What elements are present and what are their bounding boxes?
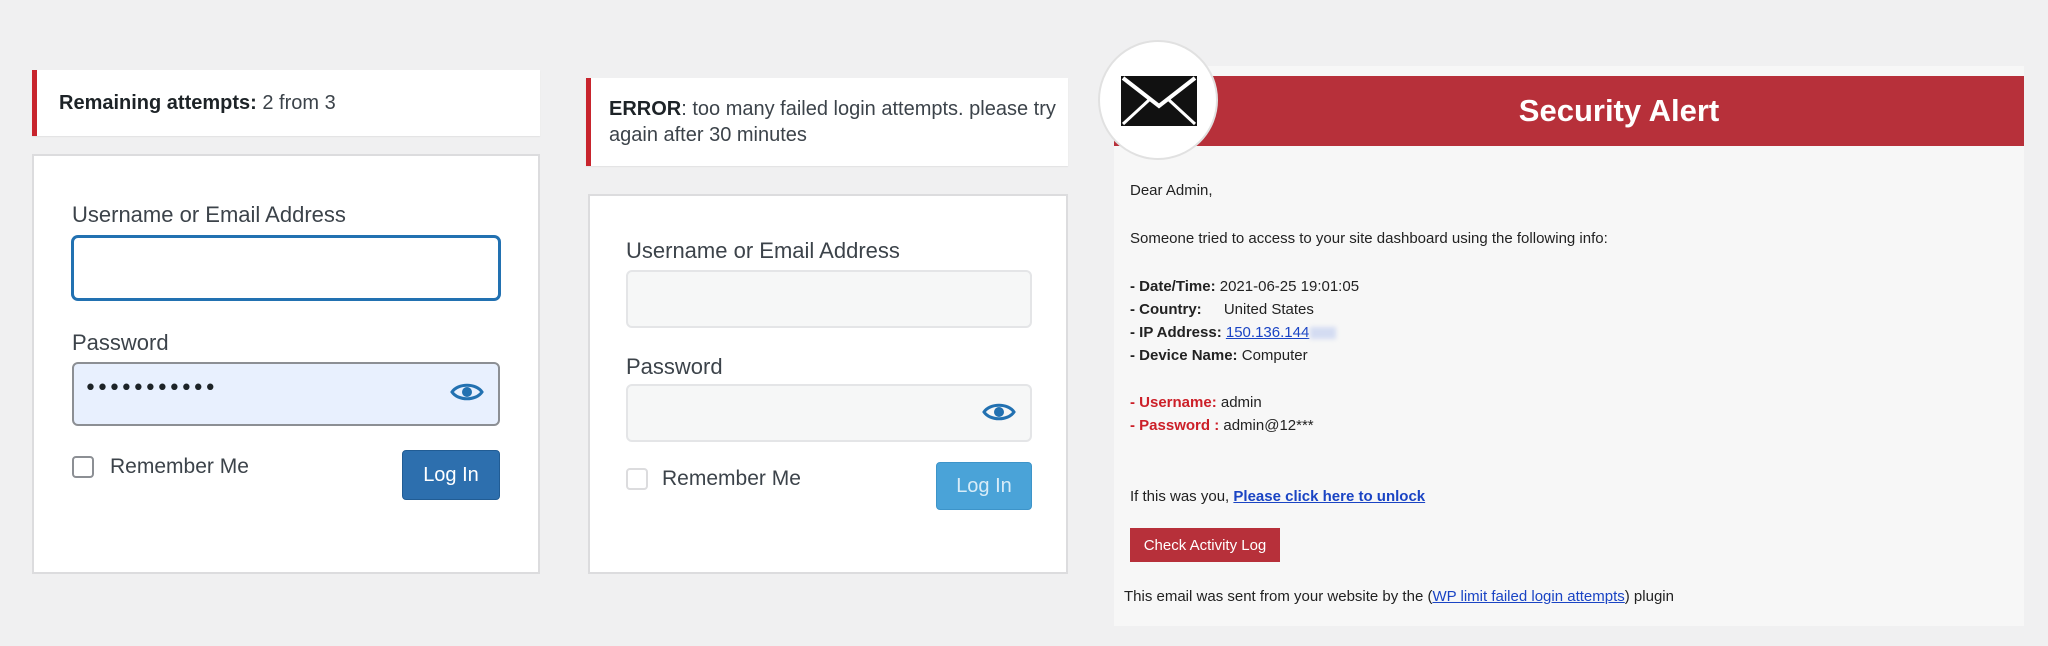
field-value: United States	[1223, 301, 1314, 318]
username-label: Username or Email Address	[72, 202, 346, 227]
eye-icon[interactable]	[450, 381, 484, 403]
field-device: - Device Name: Computer	[1130, 347, 1308, 364]
password-masked-value: •••••••••••	[84, 376, 217, 401]
email-title: Security Alert	[1518, 93, 1720, 128]
field-password: - Password : admin@12***	[1130, 417, 1314, 434]
field-ip: - IP Address: 150.136.144	[1130, 324, 1337, 341]
field-country: - Country: United States	[1130, 301, 1314, 318]
username-input[interactable]	[626, 270, 1032, 328]
check-activity-log-button[interactable]: Check Activity Log	[1130, 528, 1280, 562]
login-button[interactable]: Log In	[402, 450, 500, 500]
field-value: Computer	[1241, 347, 1308, 364]
envelope-icon	[1121, 76, 1197, 126]
unlock-line: If this was you, Please click here to un…	[1130, 488, 1425, 505]
error-label: ERROR	[609, 98, 682, 120]
field-label: - Country:	[1130, 301, 1202, 318]
field-label: - Device Name:	[1130, 347, 1238, 364]
password-label: Password	[626, 354, 723, 379]
password-label: Password	[72, 330, 169, 355]
remaining-attempts-notice: Remaining attempts: 2 from 3	[32, 70, 540, 136]
email-intro: Someone tried to access to your site das…	[1130, 230, 1608, 247]
field-value: admin@12***	[1223, 417, 1314, 434]
plugin-link[interactable]: WP limit failed login attempts	[1432, 588, 1624, 605]
email-footer: This email was sent from your website by…	[1124, 588, 1674, 605]
error-notice: ERROR: too many failed login attempts. p…	[586, 78, 1068, 166]
unlock-link[interactable]: Please click here to unlock	[1233, 488, 1425, 505]
remember-me-label: Remember Me	[110, 455, 249, 478]
error-text-line2: again after 30 minutes	[609, 124, 807, 146]
login-form-locked: Username or Email Address Password Remem…	[588, 194, 1068, 574]
remember-me-checkbox[interactable]	[626, 468, 648, 490]
email-greeting: Dear Admin,	[1130, 182, 1213, 199]
password-input[interactable]: •••••••••••	[72, 362, 500, 426]
email-header: Security Alert	[1114, 76, 2024, 146]
remember-me-label: Remember Me	[662, 467, 801, 490]
remember-me-checkbox[interactable]	[72, 456, 94, 478]
password-input[interactable]	[626, 384, 1032, 442]
field-value: 2021-06-25 19:01:05	[1219, 278, 1360, 295]
unlock-prefix: If this was you,	[1130, 488, 1230, 505]
notice-value: 2 from 3	[262, 92, 336, 114]
login-button[interactable]: Log In	[936, 462, 1032, 510]
notice-label: Remaining attempts:	[59, 92, 257, 114]
footer-suffix: ) plugin	[1624, 588, 1674, 605]
security-alert-email: Security Alert Dear Admin, Someone tried…	[1114, 66, 2024, 626]
footer-prefix: This email was sent from your website by…	[1124, 588, 1433, 605]
field-datetime: - Date/Time: 2021-06-25 19:01:05	[1130, 278, 1359, 295]
field-label: - Username:	[1130, 394, 1217, 411]
field-label: - Password :	[1130, 417, 1220, 434]
username-input[interactable]	[72, 236, 500, 300]
field-value: admin	[1220, 394, 1262, 411]
ip-address-link[interactable]: 150.136.144	[1226, 324, 1309, 341]
field-label: - Date/Time:	[1130, 278, 1216, 295]
field-label: - IP Address:	[1130, 324, 1222, 341]
eye-icon[interactable]	[982, 401, 1016, 423]
ip-blur	[1310, 327, 1337, 340]
login-form-active: Username or Email Address Password •••••…	[32, 154, 540, 574]
field-username: - Username: admin	[1130, 394, 1262, 411]
mail-icon-badge	[1098, 40, 1218, 160]
username-label: Username or Email Address	[626, 238, 900, 263]
error-text-line1: : too many failed login attempts. please…	[681, 98, 1056, 120]
